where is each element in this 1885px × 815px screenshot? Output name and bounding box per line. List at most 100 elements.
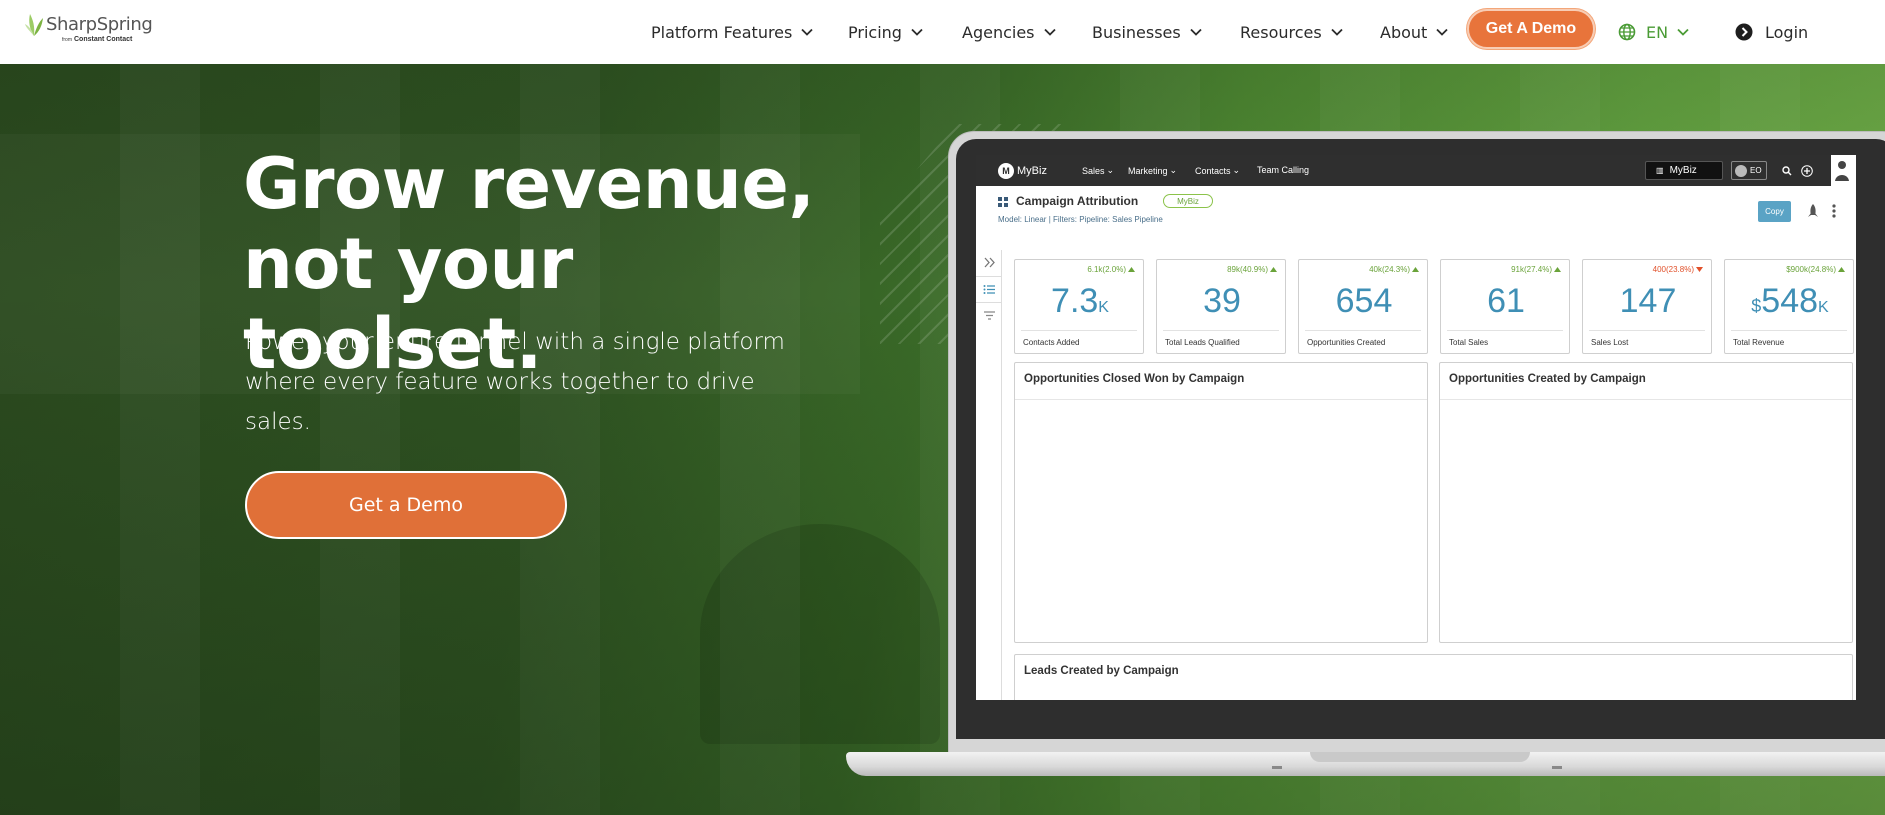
kpi-divider [1589,330,1705,331]
kpi-card[interactable]: 91k(27.4%) 61 Total Sales [1440,259,1570,354]
kpi-card[interactable]: 6.1k(2.0%) 7.3K Contacts Added [1014,259,1144,354]
leaf-logo-icon [25,14,43,36]
nav-about[interactable]: About [1380,17,1448,47]
caret-up-icon [1412,267,1419,272]
kpi-label: Contacts Added [1023,338,1080,347]
kpi-number: 147 [1619,282,1677,320]
language-label: EN [1646,22,1669,42]
kpi-value: 147 [1583,282,1713,321]
login-label: Login [1765,22,1809,42]
nav-businesses[interactable]: Businesses [1092,17,1202,47]
kpi-delta: $900k(24.8%) [1786,265,1845,274]
account-switcher[interactable]: ▥ MyBiz [1645,161,1723,180]
globe-icon [1618,23,1636,41]
mybiz-logo-icon: M [998,163,1014,179]
kpi-value: 654 [1299,282,1429,321]
avatar [1735,164,1747,177]
kpi-number: 39 [1203,282,1241,320]
chevron-down-icon [1677,28,1699,36]
copy-button[interactable]: Copy [1758,201,1791,222]
nav-agencies[interactable]: Agencies [962,17,1056,47]
kebab-icon[interactable] [1832,203,1836,219]
search-icon[interactable] [1779,163,1794,178]
nav-pricing-label: Pricing [848,22,902,42]
app-nav-marketing[interactable]: Marketing ⌄ [1128,165,1177,176]
nav-resources-label: Resources [1240,22,1322,42]
filter-icon[interactable] [983,309,996,322]
kpi-number: 548 [1761,282,1819,320]
sharpspring-logo[interactable]: SharpSpring from Constant Contact [24,12,154,48]
kpi-card[interactable]: 40k(24.3%) 654 Opportunities Created [1298,259,1428,354]
plus-icon[interactable] [1799,163,1814,178]
list-icon[interactable] [983,283,996,296]
laptop-foot [1272,766,1282,769]
user-initials: EO [1750,166,1762,175]
login-link[interactable]: Login [1735,17,1808,47]
kpi-delta: 400(23.8%) [1653,265,1703,274]
kpi-delta: 89k(40.9%) [1227,265,1277,274]
logo-wordmark: SharpSpring [46,14,153,35]
closed-won-panel: Opportunities Closed Won by Campaign [1014,362,1428,643]
chevron-down-icon [1190,28,1202,36]
app-top-bar: M MyBiz Sales ⌄ Marketing ⌄ Contacts ⌄ Team… [976,155,1856,186]
kpi-divider [1731,330,1847,331]
nav-about-label: About [1380,22,1428,42]
kpi-delta: 91k(27.4%) [1511,265,1561,274]
chevron-down-icon [1331,28,1343,36]
language-selector[interactable]: EN [1618,17,1699,47]
nav-platform-features[interactable]: Platform Features [651,17,813,47]
app-logo[interactable]: M MyBiz [998,163,1047,179]
kpi-divider [1021,330,1137,331]
kpi-delta-value: 89k(40.9%) [1227,265,1268,274]
caret-down-icon [1696,267,1703,272]
nav-agencies-label: Agencies [962,22,1035,42]
kpi-value: 39 [1157,282,1287,321]
caret-up-icon [1838,267,1845,272]
hero-get-a-demo-button[interactable]: Get a Demo [245,471,567,539]
nav-resources[interactable]: Resources [1240,17,1343,47]
app-nav-contacts-label: Contacts [1195,165,1231,176]
kpi-delta-value: $900k(24.8%) [1786,265,1836,274]
report-filters: Model: Linear | Filters: Pipeline: Sales… [998,215,1163,224]
kpi-divider [1447,330,1563,331]
kpi-label: Total Leads Qualified [1165,338,1240,347]
kpi-suffix: K [1098,299,1109,316]
chevron-down-icon: ⌄ [1106,165,1115,175]
caret-up-icon [1554,267,1561,272]
app-nav-contacts[interactable]: Contacts ⌄ [1195,165,1240,176]
hero-subhead: Power your entire funnel with a single p… [245,329,785,435]
laptop-foot [1552,766,1562,769]
chevron-down-icon [911,28,923,36]
app-nav-team-calling[interactable]: Team Calling [1257,165,1309,175]
opportunities-created-panel: Opportunities Created by Campaign [1439,362,1853,643]
rocket-icon[interactable] [1806,203,1820,219]
kpi-divider [1163,330,1279,331]
app-nav-sales-label: Sales [1082,165,1105,176]
help-assistant-icon[interactable] [1831,155,1856,186]
leads-created-panel: Leads Created by Campaign [1014,654,1853,700]
kpi-delta-value: 40k(24.3%) [1369,265,1410,274]
panel-title: Opportunities Closed Won by Campaign [1024,373,1245,385]
user-menu[interactable]: EO [1731,161,1767,180]
app-nav-team-calling-label: Team Calling [1257,165,1310,175]
app-nav-sales[interactable]: Sales ⌄ [1082,165,1114,176]
expand-icon[interactable] [983,256,996,269]
chevron-down-icon: ⌄ [1232,165,1241,175]
panel-divider [1015,399,1427,400]
rail-divider [976,302,1002,303]
kpi-card[interactable]: 400(23.8%) 147 Sales Lost [1582,259,1712,354]
kpi-label: Total Revenue [1733,338,1785,347]
kpi-delta: 40k(24.3%) [1369,265,1419,274]
get-a-demo-button[interactable]: Get A Demo [1467,9,1595,49]
kpi-card[interactable]: $900k(24.8%) $548K Total Revenue [1724,259,1854,354]
kpi-number: 654 [1335,282,1393,320]
caret-up-icon [1270,267,1277,272]
kpi-divider [1305,330,1421,331]
building-icon: ▥ [1656,166,1664,175]
logo-parent-brand: Constant Contact [74,36,133,43]
kpi-value: $548K [1725,282,1855,321]
kpi-label: Opportunities Created [1307,338,1386,347]
nav-pricing[interactable]: Pricing [848,17,923,47]
kpi-card[interactable]: 89k(40.9%) 39 Total Leads Qualified [1156,259,1286,354]
hero-headline-line-1: Grow revenue, [243,143,815,225]
